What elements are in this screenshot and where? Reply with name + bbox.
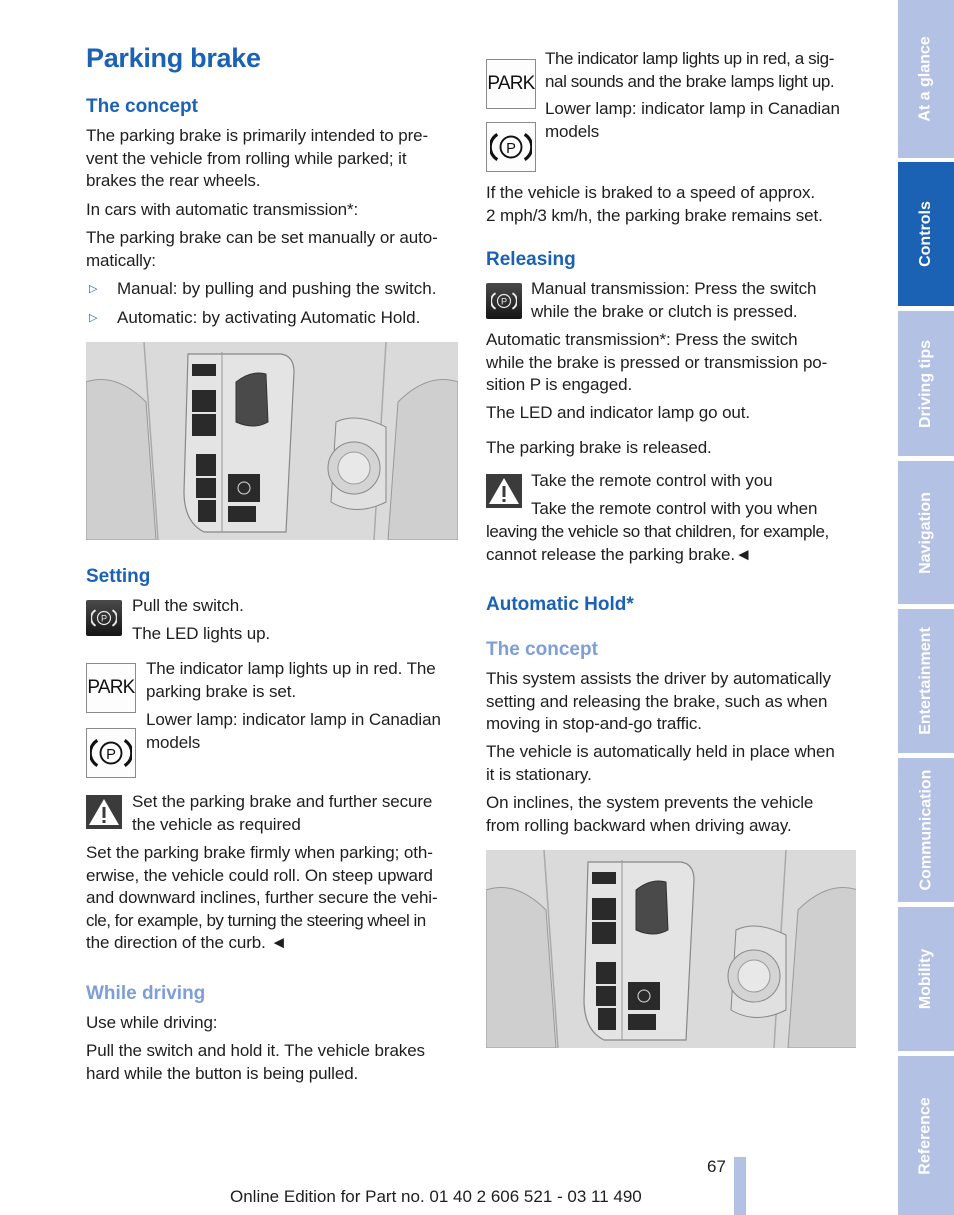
setting-warning-title: Set the parking brake and further secure… bbox=[132, 792, 433, 834]
while-driving-heading: While driving bbox=[86, 983, 206, 1004]
concept-heading: The concept bbox=[86, 96, 198, 117]
setting-led: The LED lights up. bbox=[132, 624, 271, 643]
tab-communication[interactable]: Communication bbox=[898, 758, 954, 902]
warning-icon bbox=[486, 474, 522, 508]
center-console-figure bbox=[86, 342, 458, 540]
page-number: 67 bbox=[707, 1157, 726, 1176]
tab-controls[interactable]: Controls bbox=[898, 162, 954, 306]
page-marker-bar bbox=[734, 1157, 746, 1215]
bullet-triangle-icon: ▷ bbox=[89, 283, 98, 295]
tab-at-a-glance[interactable]: At a glance bbox=[898, 0, 954, 158]
releasing-led-out: The LED and indicator lamp go out. bbox=[486, 403, 751, 422]
tab-reference[interactable]: Reference bbox=[898, 1056, 954, 1215]
canadian-brake-indicator-icon bbox=[86, 728, 136, 778]
releasing-warning-title: Take the remote control with you bbox=[531, 471, 773, 490]
tab-navigation[interactable]: Navigation bbox=[898, 461, 954, 604]
releasing-warning-body: leaving the vehicle so that children, fo… bbox=[486, 522, 829, 564]
setting-lamp-text-2: Lower lamp: indicator lamp in Canadian m… bbox=[146, 710, 441, 752]
releasing-manual: Manual transmission: Press the switch wh… bbox=[531, 279, 817, 321]
concept-paragraph-2: In cars with automatic transmission*: bbox=[86, 200, 359, 219]
parking-brake-switch-icon bbox=[86, 600, 122, 636]
automatic-hold-concept-heading: The concept bbox=[486, 639, 598, 660]
tab-driving-tips[interactable]: Driving tips bbox=[898, 311, 954, 456]
park-indicator-icon: PARK bbox=[486, 59, 536, 109]
releasing-automatic: Automatic transmission*: Press the switc… bbox=[486, 330, 828, 394]
releasing-heading: Releasing bbox=[486, 249, 576, 270]
footer-edition: Online Edition for Part no. 01 40 2 606 … bbox=[230, 1187, 642, 1206]
driving-lamp-text-2: Lower lamp: indicator lamp in Canadian m… bbox=[545, 99, 840, 141]
concept-paragraph-1: The parking brake is primarily intended … bbox=[86, 126, 429, 190]
while-driving-paragraph-1: Use while driving: bbox=[86, 1013, 218, 1032]
concept-paragraph-3: The parking brake can be set manually or… bbox=[86, 228, 438, 270]
tab-entertainment[interactable]: Entertainment bbox=[898, 609, 954, 753]
automatic-hold-heading: Automatic Hold* bbox=[486, 594, 634, 615]
driving-lamp-text-1: The indicator lamp lights up in red, a s… bbox=[545, 49, 835, 91]
warning-icon bbox=[86, 795, 122, 829]
driving-lamp-text-3: If the vehicle is braked to a speed of a… bbox=[486, 183, 823, 225]
setting-warning-body: Set the parking brake firmly when parkin… bbox=[86, 843, 438, 952]
releasing-warning-body-line1: Take the remote control with you when bbox=[531, 499, 818, 518]
setting-pull-switch: Pull the switch. bbox=[132, 596, 244, 615]
automatic-hold-paragraph-2: The vehicle is automatically held in pla… bbox=[486, 742, 835, 784]
automatic-hold-paragraph-1: This system assists the driver by automa… bbox=[486, 669, 831, 733]
setting-heading: Setting bbox=[86, 566, 151, 587]
page-title: Parking brake bbox=[86, 43, 261, 73]
setting-lamp-text-1: The indicator lamp lights up in red. The… bbox=[146, 659, 436, 701]
console-illustration bbox=[86, 342, 458, 540]
releasing-released: The parking brake is released. bbox=[486, 438, 712, 457]
while-driving-paragraph-2: Pull the switch and hold it. The vehicle… bbox=[86, 1041, 425, 1083]
park-indicator-icon: PARK bbox=[86, 663, 136, 713]
parking-brake-switch-icon bbox=[486, 283, 522, 319]
automatic-hold-paragraph-3: On inclines, the system prevents the veh… bbox=[486, 793, 814, 835]
automatic-hold-figure bbox=[486, 850, 856, 1048]
tab-mobility[interactable]: Mobility bbox=[898, 907, 954, 1051]
console-illustration bbox=[486, 850, 856, 1048]
bullet-triangle-icon: ▷ bbox=[89, 312, 98, 324]
canadian-brake-indicator-icon bbox=[486, 122, 536, 172]
